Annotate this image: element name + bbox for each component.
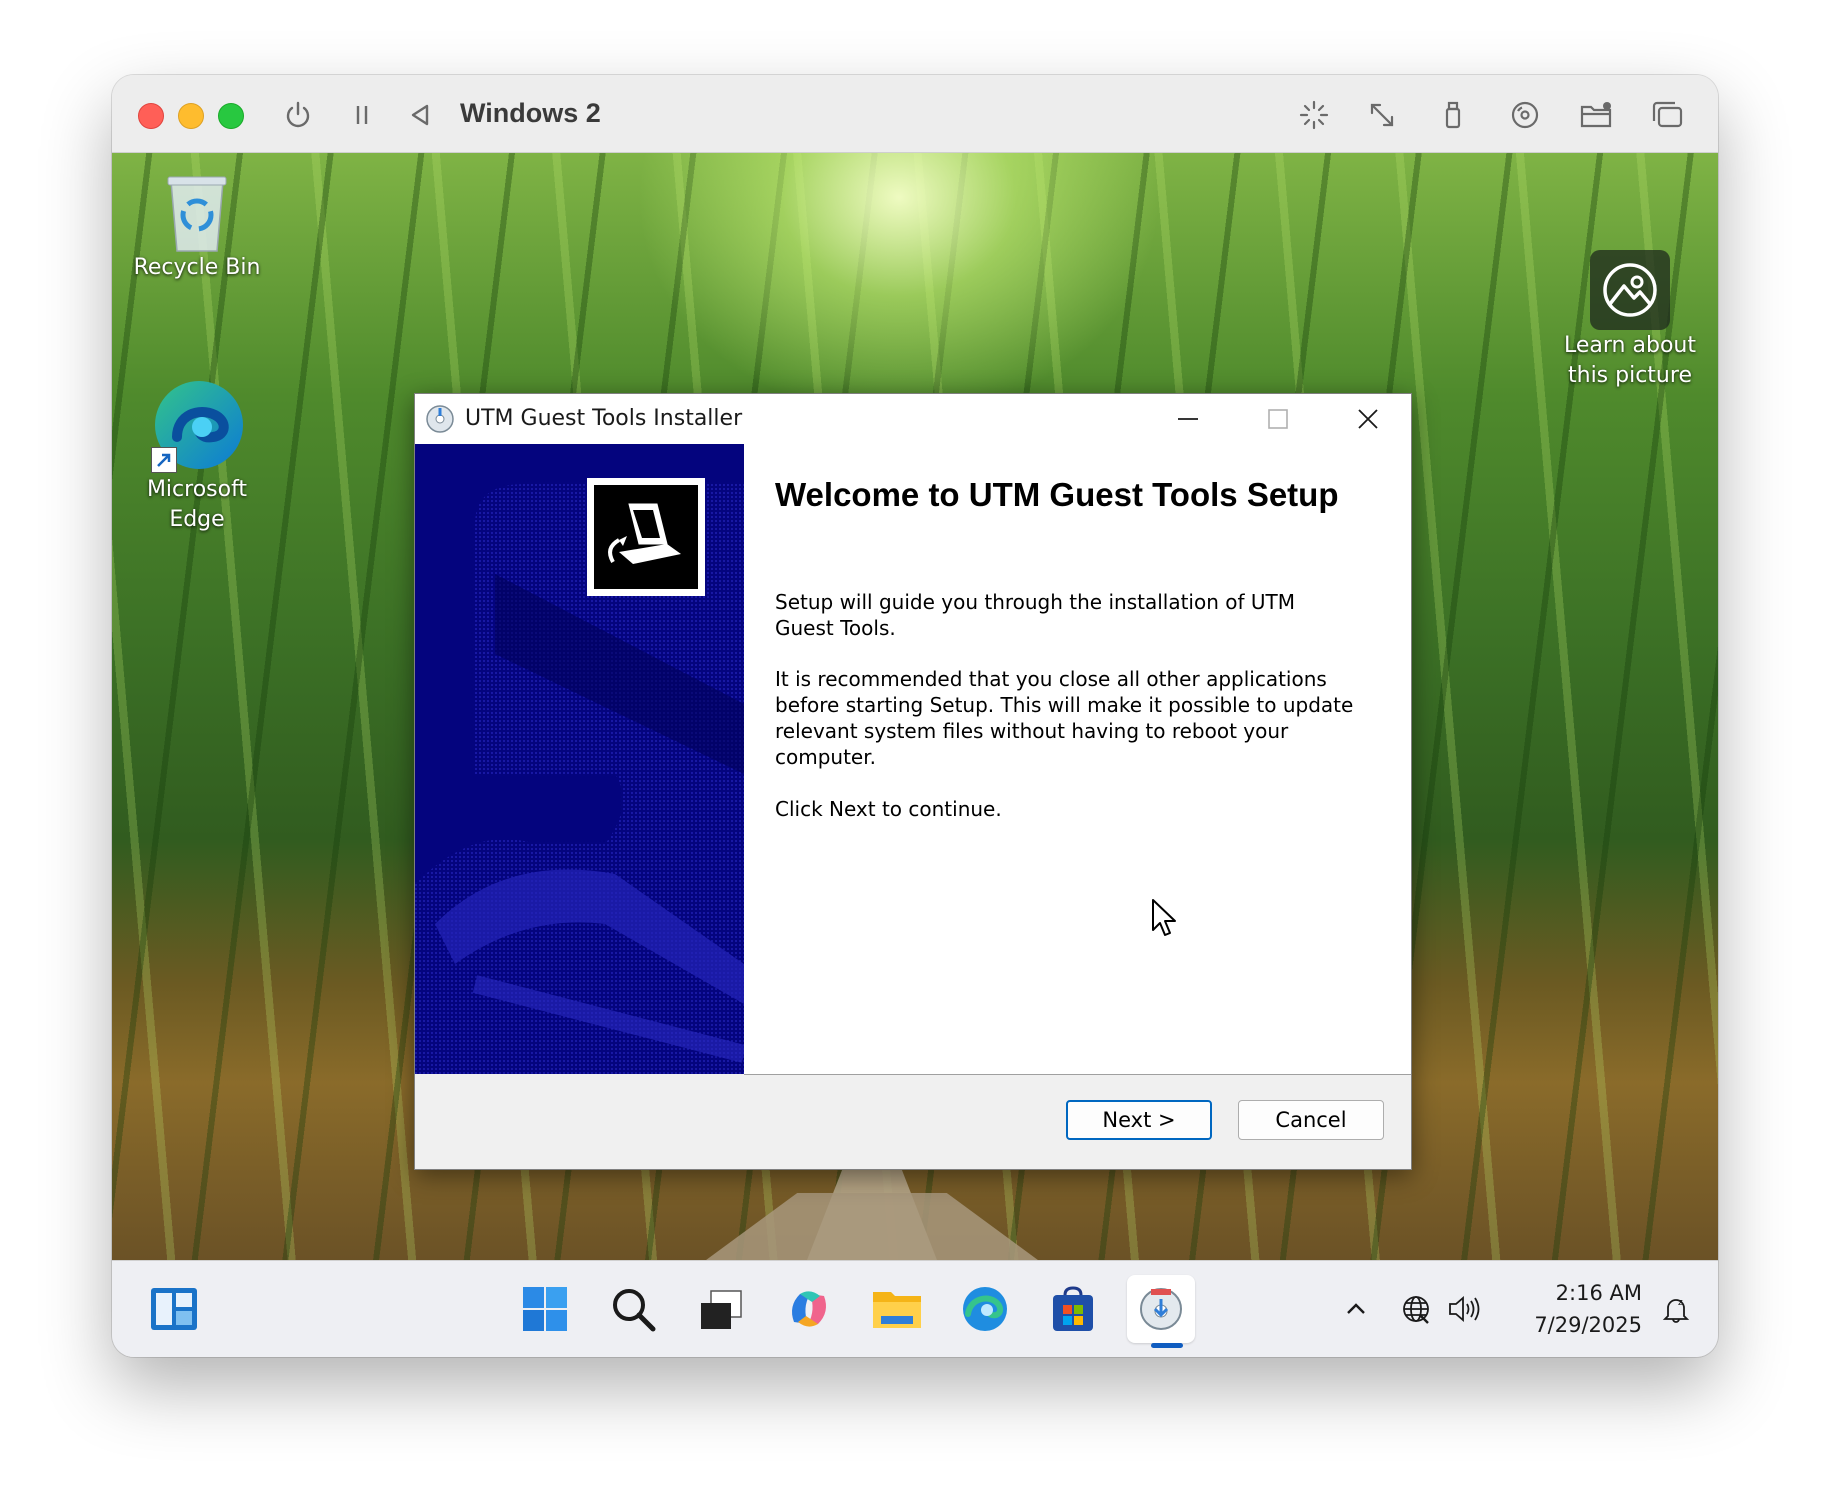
clock-time: 2:16 AM (1555, 1281, 1642, 1305)
usb-icon[interactable] (1433, 95, 1473, 135)
notifications-bell-icon[interactable]: z (1656, 1285, 1696, 1333)
desktop-icon-label: Recycle Bin (133, 255, 261, 280)
mouse-cursor-icon (1151, 898, 1179, 942)
resize-icon[interactable] (1362, 95, 1402, 135)
computer-install-icon (594, 485, 698, 589)
vm-title: Windows 2 (460, 98, 601, 128)
intro-paragraph: Setup will guide you through the install… (775, 590, 1295, 640)
desktop-icon-label: Microsoft Edge (146, 477, 248, 532)
cd-drive-icon[interactable] (1505, 95, 1545, 135)
back-icon[interactable] (400, 95, 440, 135)
edge-icon (147, 375, 247, 475)
utm-installer-icon (425, 404, 455, 434)
copilot-icon[interactable] (775, 1275, 843, 1343)
file-explorer-icon[interactable] (863, 1275, 931, 1343)
show-hidden-icons-chevron-icon[interactable] (1336, 1285, 1376, 1333)
installer-title: UTM Guest Tools Installer (465, 406, 743, 431)
active-app-indicator (1151, 1343, 1183, 1348)
recommendation-paragraph: It is recommended that you close all oth… (775, 667, 1354, 769)
learn-about-picture-button[interactable] (1590, 250, 1670, 330)
close-window-button[interactable] (138, 103, 164, 129)
close-button[interactable] (1323, 394, 1413, 444)
vm-titlebar: Windows 2 (112, 75, 1718, 153)
camera-info-icon (1603, 263, 1657, 317)
installer-content: Welcome to UTM Guest Tools Setup Setup w… (744, 444, 1411, 1075)
wallpaper-path-near (702, 1193, 1042, 1263)
maximize-button (1233, 394, 1323, 444)
desktop-icon-recycle-bin[interactable]: Recycle Bin (127, 171, 267, 283)
utm-installer-icon (1140, 1288, 1182, 1330)
taskbar: 2:16 AM 7/29/2025 z (112, 1260, 1718, 1357)
vm-window: Windows 2 Recycle Bin Microsoft Edge Lea… (112, 75, 1718, 1357)
installer-dialog: UTM Guest Tools Installer Welcome to UTM… (414, 393, 1412, 1170)
minimize-button[interactable] (1143, 394, 1233, 444)
pause-icon[interactable] (342, 95, 382, 135)
learn-about-picture-label[interactable]: Learn about this picture (1550, 331, 1710, 391)
next-button[interactable]: Next > (1066, 1100, 1212, 1140)
cancel-button[interactable]: Cancel (1238, 1100, 1384, 1140)
edge-icon[interactable] (951, 1275, 1019, 1343)
store-icon[interactable] (1039, 1275, 1107, 1343)
welcome-heading: Welcome to UTM Guest Tools Setup (775, 476, 1339, 513)
task-view-icon[interactable] (687, 1275, 755, 1343)
recycle-bin-icon (161, 171, 233, 253)
svg-text:z: z (1678, 1298, 1683, 1308)
desktop-icon-edge[interactable]: Microsoft Edge (127, 375, 267, 535)
windows-icon[interactable] (1647, 95, 1687, 135)
clock-date: 7/29/2025 (1534, 1313, 1642, 1337)
network-globe-icon[interactable] (1396, 1285, 1436, 1333)
zoom-window-button[interactable] (218, 103, 244, 129)
desktop: Recycle Bin Microsoft Edge Learn about t… (112, 153, 1718, 1273)
volume-icon[interactable] (1442, 1285, 1486, 1333)
installer-titlebar: UTM Guest Tools Installer (415, 394, 1411, 444)
installer-logo (587, 478, 705, 596)
start-icon[interactable] (511, 1275, 579, 1343)
minimize-window-button[interactable] (178, 103, 204, 129)
power-icon[interactable] (278, 95, 318, 135)
system-clock[interactable]: 2:16 AM 7/29/2025 (1512, 1277, 1642, 1341)
shared-folder-icon[interactable] (1576, 95, 1616, 135)
continue-paragraph: Click Next to continue. (775, 797, 1002, 821)
shortcut-arrow-icon (151, 447, 177, 473)
capture-input-icon[interactable] (1294, 95, 1334, 135)
widgets-icon[interactable] (140, 1275, 208, 1343)
installer-side-banner (415, 444, 744, 1074)
search-icon[interactable] (599, 1275, 667, 1343)
utm-installer-taskbar-button[interactable] (1127, 1275, 1195, 1343)
